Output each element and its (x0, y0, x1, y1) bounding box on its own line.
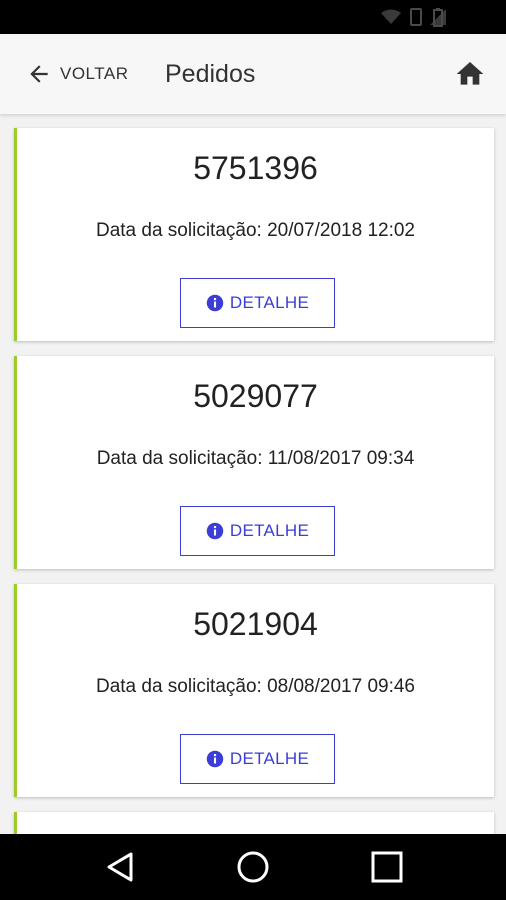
page-title: Pedidos (165, 59, 256, 88)
square-recent-icon[interactable] (370, 850, 404, 884)
status-bar (0, 0, 506, 34)
sim-icon (410, 8, 422, 26)
detail-button[interactable]: DETALHE (180, 278, 335, 328)
circle-home-icon[interactable] (236, 850, 270, 884)
request-date: Data da solicitação: 08/08/2017 09:46 (95, 676, 415, 697)
order-number: 5751396 (193, 150, 318, 186)
app-bar: VOLTAR Pedidos (0, 34, 506, 114)
order-number: 5029077 (193, 378, 318, 414)
info-icon (206, 522, 224, 540)
order-card: 5029077 Data da solicitação: 11/08/2017 … (14, 356, 494, 569)
back-label: VOLTAR (60, 64, 129, 83)
order-number: 5021904 (193, 606, 318, 642)
triangle-back-icon[interactable] (103, 850, 137, 884)
request-date: Data da solicitação: 11/08/2017 09:34 (96, 448, 415, 469)
home-icon[interactable] (454, 58, 486, 90)
detail-button-label: DETALHE (229, 749, 310, 768)
system-nav-bar (0, 834, 506, 900)
info-icon (206, 294, 224, 312)
order-card: 5021904 Data da solicitação: 08/08/2017 … (14, 584, 494, 797)
wifi-icon (381, 9, 401, 24)
orders-list: 5751396 Data da solicitação: 20/07/2018 … (14, 128, 494, 842)
arrow-left-icon (30, 65, 48, 83)
info-icon (206, 750, 224, 768)
detail-button-label: DETALHE (229, 521, 310, 540)
order-card: 5751396 Data da solicitação: 20/07/2018 … (14, 128, 494, 341)
detail-button[interactable]: DETALHE (180, 734, 335, 784)
back-button[interactable]: VOLTAR (26, 58, 129, 90)
request-date: Data da solicitação: 20/07/2018 12:02 (95, 220, 415, 241)
battery-icon (433, 8, 443, 27)
detail-button-label: DETALHE (229, 293, 310, 312)
detail-button[interactable]: DETALHE (180, 506, 335, 556)
